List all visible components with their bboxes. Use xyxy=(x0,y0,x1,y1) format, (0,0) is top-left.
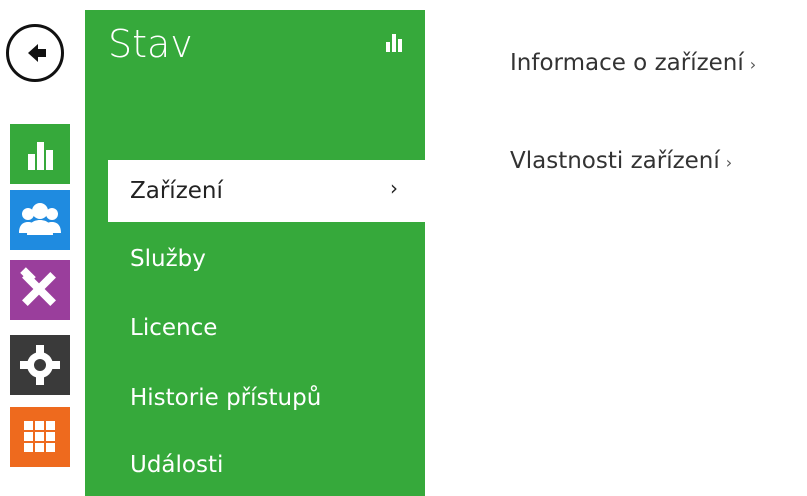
back-button[interactable] xyxy=(6,24,64,82)
bar-chart-icon xyxy=(386,34,402,52)
gear-icon xyxy=(20,345,60,385)
tools-icon xyxy=(20,267,56,306)
nav-users-tile[interactable] xyxy=(10,190,70,250)
link-vlastnosti-zarizeni[interactable]: Vlastnosti zařízení › xyxy=(510,148,732,174)
nav-status-tile[interactable] xyxy=(10,124,70,184)
nav-apps-tile[interactable] xyxy=(10,407,70,467)
menu-item-udalosti[interactable]: Události xyxy=(130,452,223,478)
nav-tools-tile[interactable] xyxy=(10,260,70,320)
grid-icon xyxy=(24,421,55,452)
link-label: Informace o zařízení xyxy=(510,50,744,76)
menu-item-historie-pristupu[interactable]: Historie přístupů xyxy=(130,385,321,411)
back-arrow-icon xyxy=(28,44,46,62)
users-icon xyxy=(19,203,61,235)
menu-item-licence[interactable]: Licence xyxy=(130,315,217,341)
link-informace-o-zarizeni[interactable]: Informace o zařízení › xyxy=(510,50,756,76)
chevron-right-icon: › xyxy=(725,153,733,172)
link-label: Vlastnosti zařízení xyxy=(510,148,720,174)
bar-chart-icon xyxy=(28,142,53,170)
menu-item-sluzby[interactable]: Služby xyxy=(130,246,206,272)
chevron-right-icon: › xyxy=(749,55,757,74)
chevron-right-icon: › xyxy=(390,176,398,200)
nav-settings-tile[interactable] xyxy=(10,335,70,395)
menu-item-zarizeni[interactable]: Zařízení xyxy=(130,178,223,204)
panel-title: Stav xyxy=(108,22,193,66)
